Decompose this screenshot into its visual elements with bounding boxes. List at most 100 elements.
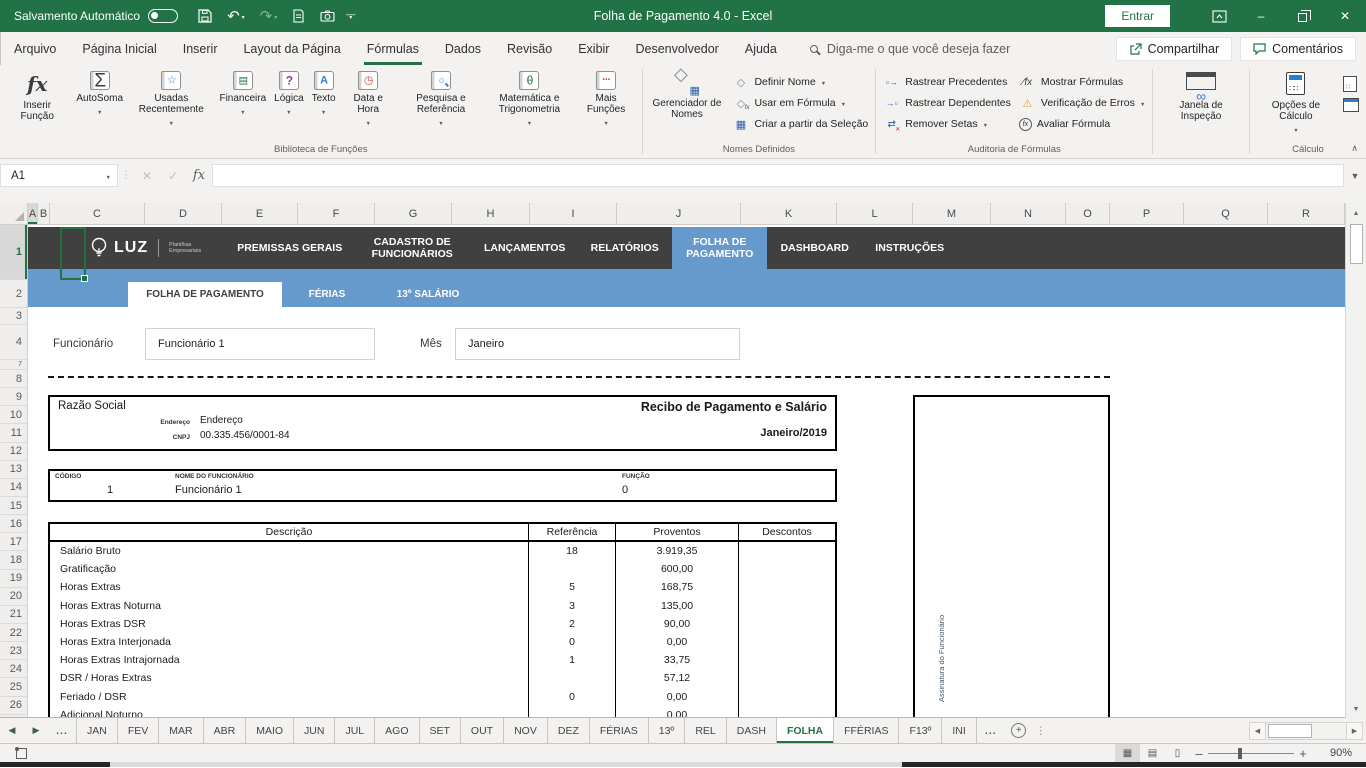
row-header[interactable]: 11 [0, 424, 27, 442]
formula-input[interactable] [212, 164, 1344, 187]
insert-function-button[interactable]: Inserir Função [3, 68, 71, 122]
watch-window-button[interactable]: Janela de Inspeção [1156, 68, 1246, 122]
ribbon-tab[interactable]: Layout da Página [230, 32, 353, 65]
restore-button[interactable] [1282, 0, 1324, 32]
sheet-tab[interactable]: OUT [461, 718, 504, 743]
sheet-tab[interactable]: DEZ [548, 718, 590, 743]
column-header[interactable]: D [145, 203, 222, 224]
row-header[interactable]: 14 [0, 479, 27, 497]
expand-formula-bar-icon[interactable]: ▼ [1344, 164, 1366, 187]
workbook-nav-item[interactable]: RELATÓRIOS [577, 227, 672, 269]
select-all-corner[interactable] [0, 203, 28, 224]
row-header[interactable]: 25 [0, 678, 27, 696]
new-sheet-button[interactable]: + [1005, 718, 1033, 743]
zoom-in-button[interactable]: + [1294, 746, 1312, 761]
ribbon-small-button[interactable]: Criar a partir da Seleção [732, 116, 868, 132]
sheet-tab[interactable]: JUN [294, 718, 335, 743]
comments-button[interactable]: Comentários [1240, 37, 1356, 61]
sheet-tab[interactable]: SET [420, 718, 461, 743]
ribbon-tab[interactable]: Inserir [170, 32, 231, 65]
normal-view-button[interactable]: ▦ [1115, 744, 1140, 762]
column-header[interactable]: H [452, 203, 530, 224]
sheet-tab[interactable]: FOLHA [777, 718, 834, 743]
collapse-ribbon-icon[interactable]: ∧ [1351, 143, 1358, 154]
row-header[interactable]: 17 [0, 533, 27, 551]
row-header[interactable]: 26 [0, 697, 27, 715]
sheet-tab[interactable]: NOV [504, 718, 548, 743]
insert-function-icon[interactable]: fx [186, 164, 212, 187]
column-header[interactable]: P [1110, 203, 1184, 224]
scroll-right-icon[interactable]: ▶ [1346, 722, 1363, 740]
row-header[interactable]: 16 [0, 515, 27, 533]
column-header[interactable]: G [375, 203, 452, 224]
row-header[interactable]: 10 [0, 406, 27, 424]
ribbon-small-button[interactable]: Verificação de Erros [1019, 95, 1145, 111]
name-box[interactable]: A1 [0, 164, 118, 187]
column-header[interactable]: J [617, 203, 741, 224]
row-header[interactable]: 8 [0, 370, 27, 388]
vertical-scroll-thumb[interactable] [1350, 224, 1363, 264]
ribbon-tab[interactable]: Ajuda [732, 32, 790, 65]
workbook-nav-item[interactable]: DASHBOARD [767, 227, 862, 269]
ribbon-tab[interactable]: Desenvolvedor [622, 32, 731, 65]
ribbon-small-button[interactable]: Avaliar Fórmula [1019, 116, 1145, 132]
customize-toolbar-icon[interactable]: —▾ [346, 12, 355, 20]
row-header[interactable]: 22 [0, 624, 27, 642]
workbook-nav-item[interactable]: LANÇAMENTOS [472, 227, 577, 269]
ribbon-tab[interactable]: Exibir [565, 32, 622, 65]
camera-icon[interactable] [320, 10, 335, 22]
workbook-nav-item[interactable]: CADASTRO DE FUNCIONÁRIOS [352, 227, 472, 269]
save-icon[interactable] [198, 9, 212, 23]
employee-select[interactable]: Funcionário 1 [145, 328, 375, 360]
calculation-options-button[interactable]: Opções de Cálculo [1253, 68, 1339, 137]
print-preview-icon[interactable] [292, 9, 305, 23]
zoom-slider-thumb[interactable] [1238, 748, 1242, 759]
sheet-tab[interactable]: FFÉRIAS [834, 718, 899, 743]
ribbon-tab[interactable]: Revisão [494, 32, 565, 65]
column-header[interactable]: O [1066, 203, 1110, 224]
column-header[interactable]: I [530, 203, 617, 224]
sheet-canvas[interactable]: LUZ Planilhas Empresariais PREMISSAS GER… [28, 225, 1366, 717]
sheet-tab[interactable]: FÉRIAS [590, 718, 649, 743]
ribbon-display-options-icon[interactable] [1198, 0, 1240, 32]
scroll-down-icon[interactable]: ▼ [1346, 700, 1366, 718]
sheet-tab[interactable]: MAR [159, 718, 203, 743]
row-header[interactable]: 7 [0, 360, 27, 370]
workbook-nav-item[interactable]: PREMISSAS GERAIS [227, 227, 352, 269]
sheet-tab[interactable]: JAN [76, 718, 118, 743]
page-break-view-button[interactable]: ▯ [1165, 744, 1190, 762]
more-sheets-left[interactable]: ... [48, 718, 76, 743]
next-sheet-icon[interactable]: ▶ [24, 718, 48, 743]
zoom-out-button[interactable]: – [1190, 746, 1208, 761]
ribbon-small-button[interactable]: Definir Nome [732, 74, 868, 90]
name-manager-button[interactable]: Gerenciador de Nomes [645, 68, 728, 120]
row-header[interactable]: 2 [0, 280, 27, 308]
sub-nav-tab[interactable]: FÉRIAS [282, 282, 372, 307]
column-header[interactable]: M [913, 203, 991, 224]
sheet-tab[interactable]: AGO [375, 718, 419, 743]
calculate-sheet-icon[interactable] [1343, 98, 1359, 112]
sheet-tab[interactable]: MAIO [246, 718, 294, 743]
scroll-up-icon[interactable]: ▲ [1346, 204, 1366, 222]
column-header[interactable]: F [298, 203, 375, 224]
row-header[interactable]: 3 [0, 308, 27, 325]
column-header[interactable]: R [1268, 203, 1345, 224]
row-header[interactable]: 21 [0, 606, 27, 624]
tell-me-search[interactable]: Diga-me o que você deseja fazer [810, 32, 1010, 65]
ribbon-small-button[interactable]: Mostrar Fórmulas [1019, 74, 1145, 90]
more-sheets-right[interactable]: ... [977, 718, 1005, 743]
ribbon-small-button[interactable]: Remover Setas [883, 116, 1011, 132]
row-header[interactable]: 9 [0, 388, 27, 406]
function-category-button[interactable]: Lógica [270, 68, 307, 130]
function-category-button[interactable]: Pesquisa e Referência [397, 68, 485, 130]
function-category-button[interactable]: AutoSoma [72, 68, 127, 130]
undo-icon[interactable]: ↶▾ [227, 9, 245, 24]
name-box-dropdown-icon[interactable] [106, 170, 111, 182]
vertical-scrollbar[interactable]: ▲ ▼ [1345, 204, 1366, 718]
scroll-left-icon[interactable]: ◀ [1249, 722, 1266, 740]
horizontal-scroll-thumb[interactable] [1268, 724, 1312, 738]
calculate-now-icon[interactable] [1343, 76, 1357, 92]
column-header[interactable]: A [28, 203, 38, 224]
sheet-tab[interactable]: INI [942, 718, 976, 743]
share-button[interactable]: Compartilhar [1116, 37, 1233, 61]
